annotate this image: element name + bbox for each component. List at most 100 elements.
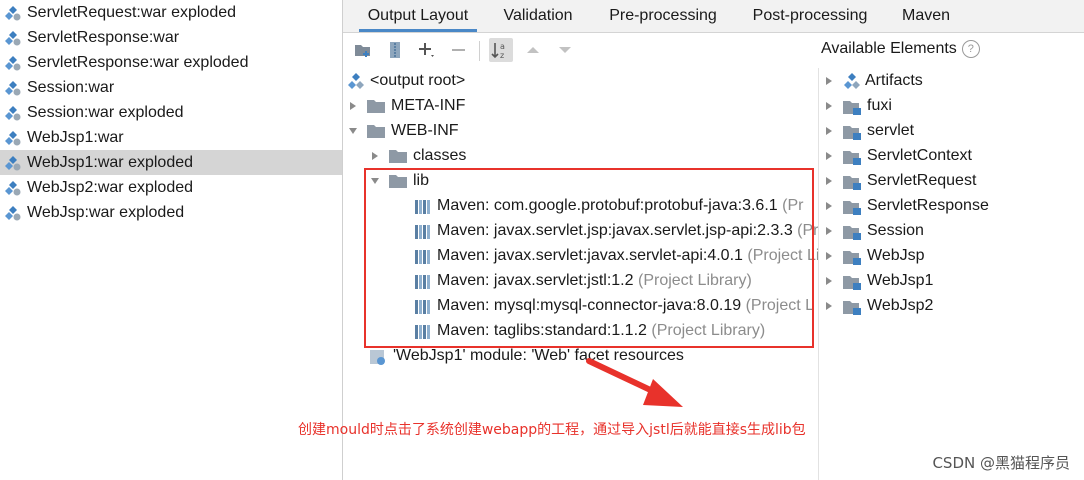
expand-arrow-icon[interactable] [369, 150, 381, 162]
tree-node-label: WEB-INF [391, 121, 459, 139]
arrow-up-icon [527, 47, 539, 53]
expand-arrow-icon[interactable] [823, 175, 835, 187]
artifact-item[interactable]: ServletRequest:war exploded [0, 0, 342, 25]
artifact-icon [4, 104, 22, 122]
artifact-item-selected[interactable]: WebJsp1:war exploded [0, 150, 342, 175]
tree-root-label: <output root> [370, 71, 466, 89]
sort-alpha-icon: az [491, 42, 505, 60]
available-module[interactable]: WebJsp1 [823, 268, 933, 293]
move-up-button[interactable] [523, 40, 543, 60]
tab-bar: Output Layout Validation Pre-processing … [343, 0, 1084, 33]
artifact-label: ServletRequest:war exploded [27, 3, 237, 21]
folder-icon [389, 149, 407, 163]
tree-node-web-inf[interactable]: WEB-INF [347, 118, 459, 143]
module-folder-icon [843, 249, 861, 265]
available-item-artifacts[interactable]: Artifacts [823, 68, 923, 93]
tree-root[interactable]: <output root> [347, 68, 465, 93]
available-module[interactable]: servlet [823, 118, 914, 143]
add-archive-button[interactable] [385, 40, 405, 60]
expand-arrow-icon[interactable] [823, 300, 835, 312]
expand-arrow-icon[interactable] [823, 200, 835, 212]
help-icon[interactable]: ? [961, 40, 980, 58]
available-module[interactable]: ServletRequest [823, 168, 976, 193]
artifact-label: WebJsp2:war exploded [27, 178, 194, 196]
artifact-label: ServletResponse:war [27, 28, 180, 46]
tab-maven[interactable]: Maven [897, 0, 955, 32]
artifact-icon [4, 179, 22, 197]
artifact-editor: Output Layout Validation Pre-processing … [298, 0, 1084, 480]
tab-post-processing[interactable]: Post-processing [747, 0, 873, 32]
artifact-item[interactable]: ServletResponse:war exploded [0, 50, 342, 75]
expand-arrow-icon[interactable] [823, 75, 835, 87]
artifact-item[interactable]: WebJsp:war exploded [0, 200, 342, 225]
tab-validation[interactable]: Validation [497, 0, 579, 32]
arrow-down-icon [559, 47, 571, 53]
module-folder-icon [843, 224, 861, 240]
available-module[interactable]: ServletResponse [823, 193, 989, 218]
available-module[interactable]: ServletContext [823, 143, 972, 168]
available-module[interactable]: WebJsp [823, 243, 925, 268]
expand-arrow-icon[interactable] [823, 225, 835, 237]
artifact-item[interactable]: Session:war [0, 75, 342, 100]
remove-button[interactable] [449, 40, 469, 60]
tree-node-classes[interactable]: classes [369, 143, 466, 168]
tree-divider[interactable] [818, 68, 819, 480]
artifact-label: ServletResponse:war exploded [27, 53, 249, 71]
artifact-label: Session:war [27, 78, 115, 96]
artifact-icon [4, 204, 22, 222]
expand-arrow-icon[interactable] [823, 125, 835, 137]
svg-text:z: z [500, 51, 504, 60]
module-folder-icon [843, 124, 861, 140]
archive-icon [390, 42, 400, 58]
available-item-label: WebJsp2 [867, 296, 934, 314]
artifact-label: WebJsp1:war [27, 128, 124, 146]
create-directory-button[interactable] [353, 40, 373, 60]
artifact-item[interactable]: WebJsp1:war [0, 125, 342, 150]
artifact-item[interactable]: Session:war exploded [0, 100, 342, 125]
artifact-icon [4, 54, 22, 72]
artifact-icon [4, 79, 22, 97]
expand-arrow-icon[interactable] [823, 275, 835, 287]
available-item-label: servlet [867, 121, 915, 139]
artifact-item[interactable]: ServletResponse:war [0, 25, 342, 50]
module-folder-icon [843, 299, 861, 315]
artifact-icon [4, 154, 22, 172]
available-item-label: ServletContext [867, 146, 972, 164]
available-item-label: Artifacts [865, 71, 923, 89]
available-module[interactable]: WebJsp2 [823, 293, 933, 318]
available-item-label: Session [867, 221, 924, 239]
sort-button[interactable]: az [489, 38, 513, 62]
tree-node-meta-inf[interactable]: META-INF [347, 93, 465, 118]
available-item-label: fuxi [867, 96, 892, 114]
expand-arrow-icon[interactable] [823, 100, 835, 112]
available-item-label: WebJsp1 [867, 271, 934, 289]
artifact-item[interactable]: WebJsp2:war exploded [0, 175, 342, 200]
artifact-icon [4, 4, 22, 22]
artifact-label: WebJsp1:war exploded [27, 153, 194, 171]
svg-text:a: a [500, 42, 505, 51]
expand-arrow-icon[interactable] [823, 150, 835, 162]
expand-arrow-icon[interactable] [823, 250, 835, 262]
collapse-arrow-icon[interactable] [347, 125, 359, 137]
module-folder-icon [843, 149, 861, 165]
module-folder-icon [843, 99, 861, 115]
web-facet-icon [369, 349, 387, 365]
available-module[interactable]: fuxi [823, 93, 892, 118]
new-folder-icon [355, 45, 370, 57]
folder-icon [367, 124, 385, 138]
tab-output-layout[interactable]: Output Layout [359, 0, 477, 32]
tab-pre-processing[interactable]: Pre-processing [605, 0, 721, 32]
module-folder-icon [843, 199, 861, 215]
available-elements-header: Available Elements ? [821, 40, 980, 58]
available-module[interactable]: Session [823, 218, 924, 243]
watermark: CSDN @黑猫程序员 [932, 454, 1070, 472]
folder-icon [367, 99, 385, 113]
add-copy-button[interactable] [417, 40, 437, 60]
expand-arrow-icon[interactable] [347, 100, 359, 112]
move-down-button[interactable] [555, 40, 575, 60]
module-folder-icon [843, 274, 861, 290]
tree-node-label: classes [413, 146, 467, 164]
annotation-text: 创建mould时点击了系统创建webapp的工程，通过导入jstl后就能直接s生… [298, 422, 806, 438]
toolbar-separator [479, 41, 480, 61]
highlight-box [364, 168, 814, 348]
